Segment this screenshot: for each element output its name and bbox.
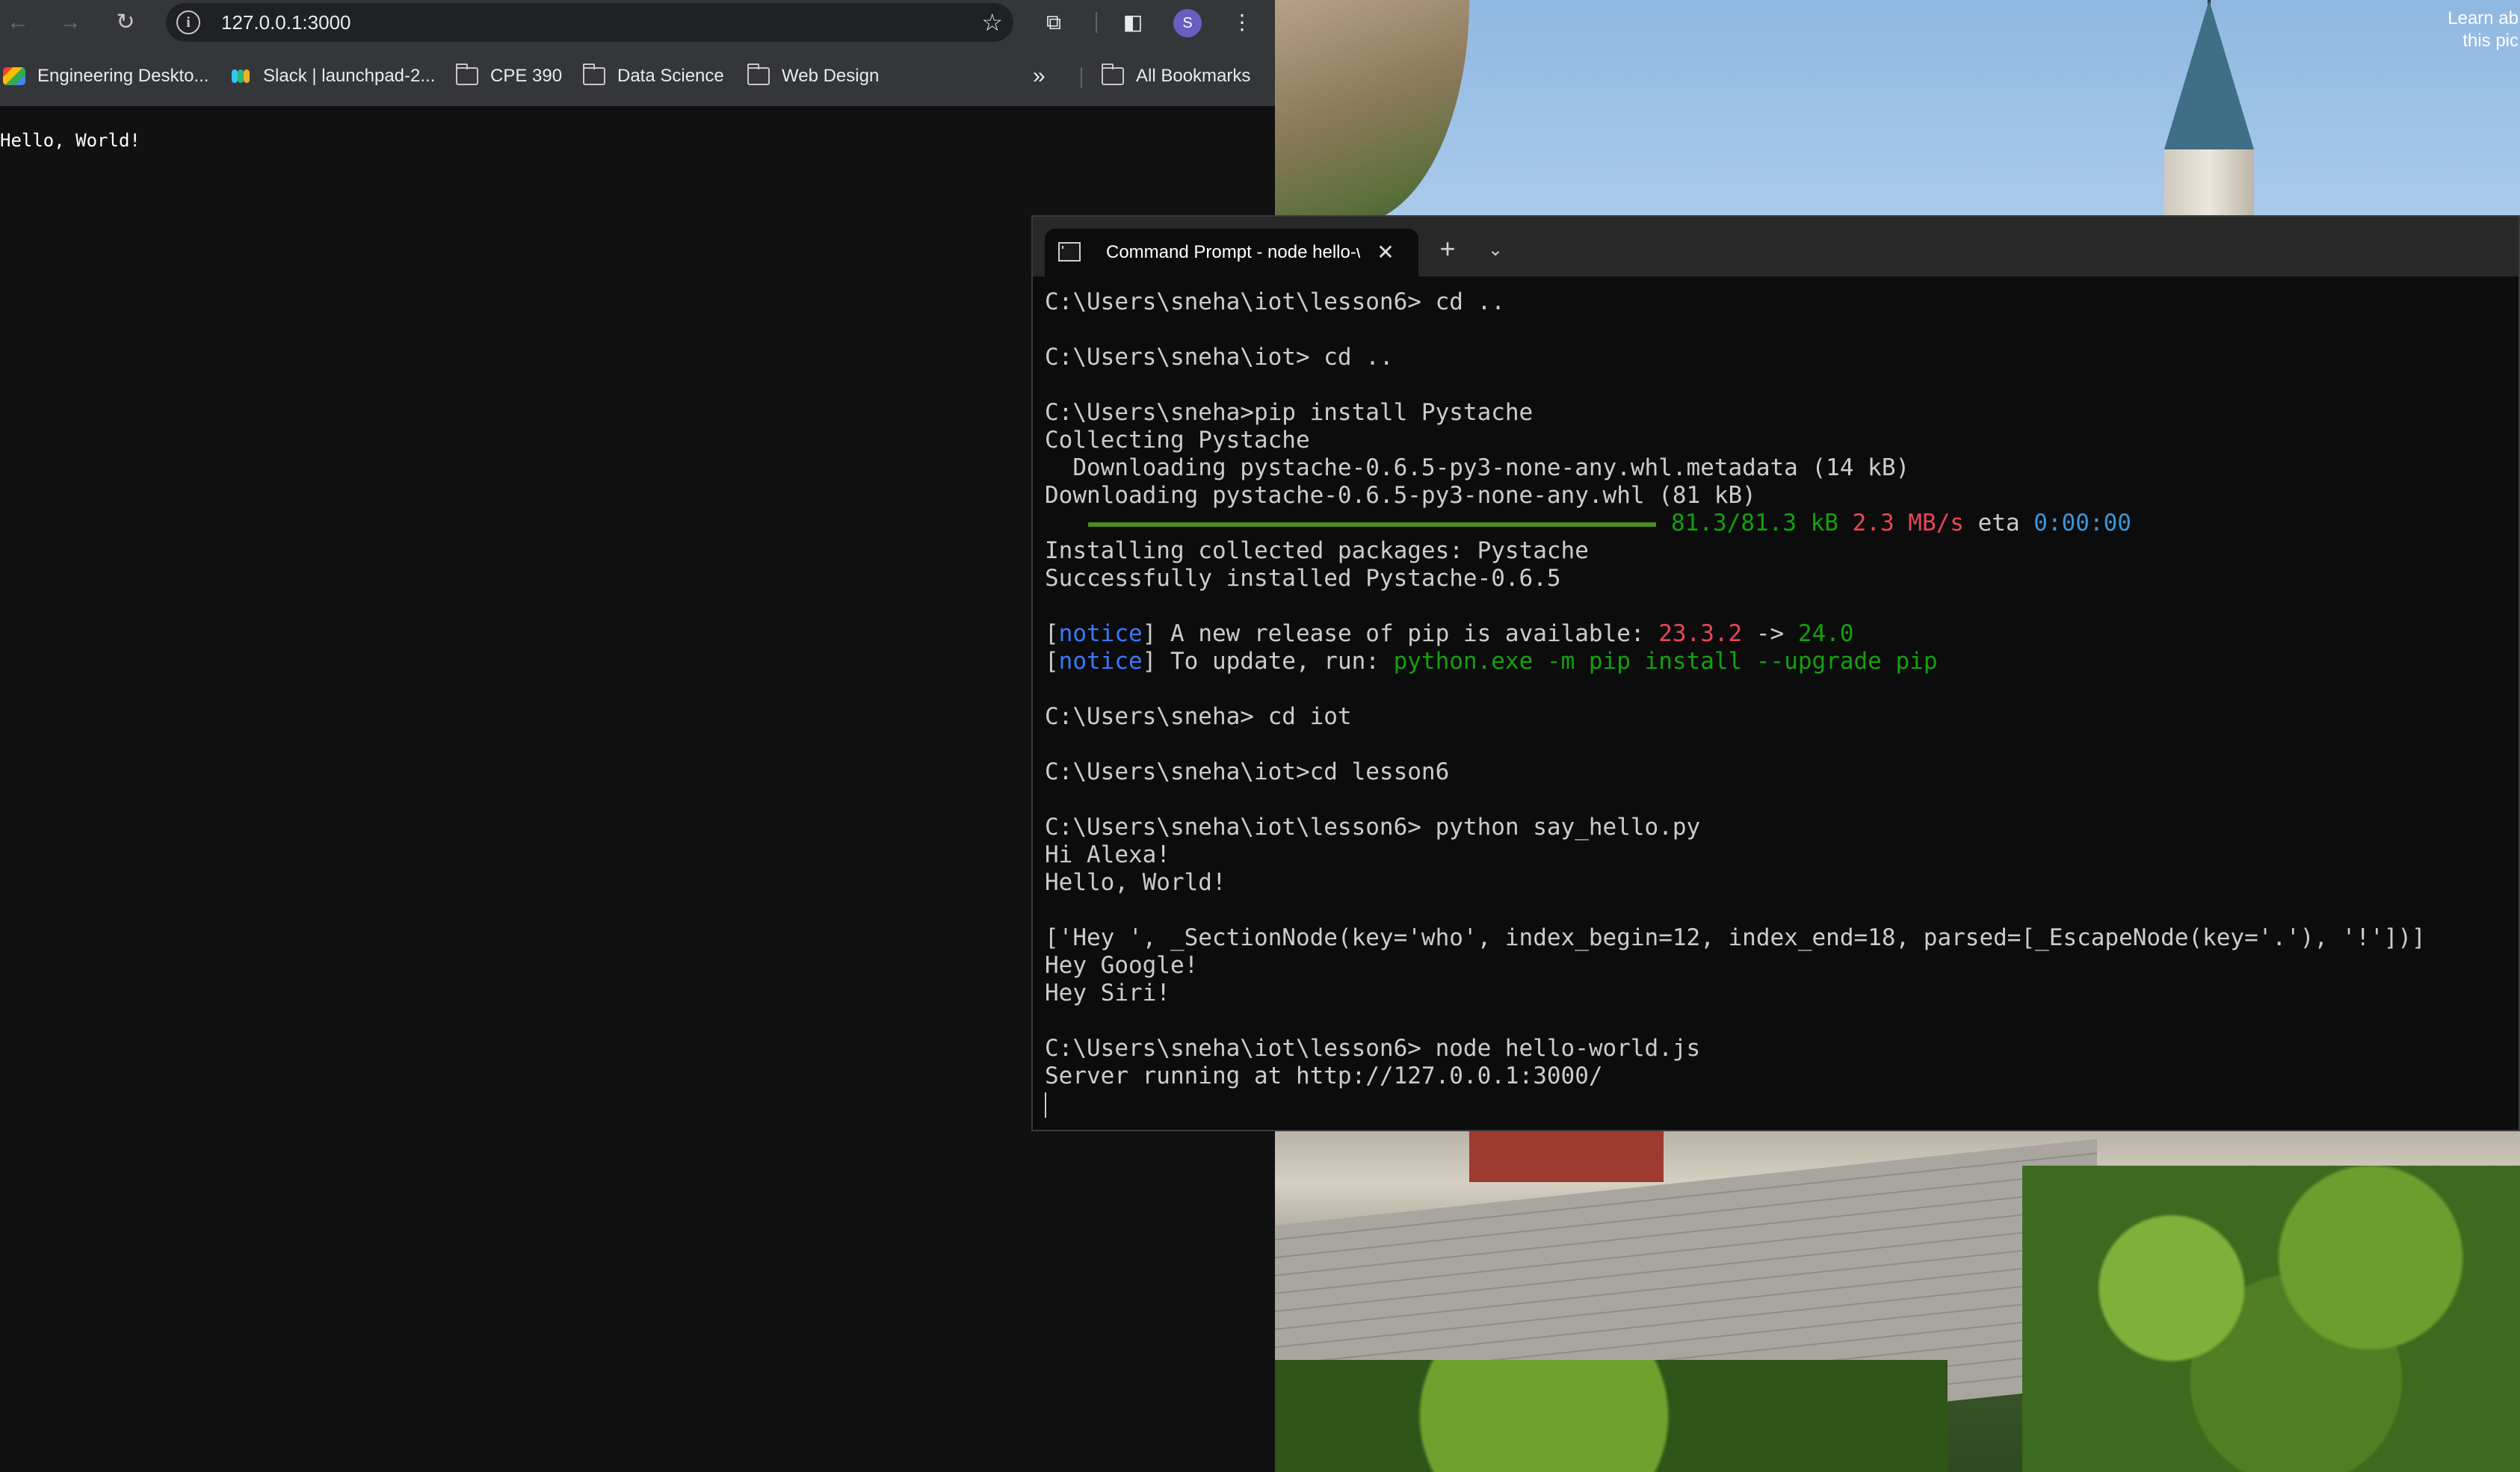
terminal-tab[interactable]: Command Prompt - node hello-world.js ✕ (1045, 229, 1418, 276)
terminal-line: C:\Users\sneha\iot\lesson6> node hello-w… (1045, 1035, 1701, 1062)
terminal-line: C:\Users\sneha\iot> cd .. (1045, 344, 1394, 371)
learn-about-line-2: this pic (2462, 31, 2519, 51)
terminal-line: Server running at http://127.0.0.1:3000/ (1045, 1063, 1603, 1089)
bookmark-folder-data-science[interactable]: Data Science (582, 61, 724, 91)
wallpaper-tower-spire (2164, 0, 2254, 149)
wallpaper-foreground-trees (1275, 1360, 1948, 1472)
terminal-output[interactable]: C:\Users\sneha\iot\lesson6> cd .. C:\Use… (1045, 288, 2519, 1118)
folder-icon (747, 64, 770, 85)
upgrade-command: python.exe -m pip install --upgrade pip (1393, 648, 1938, 675)
new-version: 24.0 (1797, 620, 1854, 647)
wallpaper-castle-roof (1469, 1130, 1664, 1182)
all-bookmarks-button[interactable]: All Bookmarks (1101, 61, 1251, 91)
terminal-line: Successfully installed Pystache-0.6.5 (1045, 565, 1561, 592)
terminal-line: Hey Google! (1045, 952, 1199, 979)
learn-about-picture-link[interactable]: Learn ab this pic (2448, 7, 2519, 52)
download-progress-line: 81.3/81.3 kB 2.3 MB/s eta 0:00:00 (1045, 510, 2519, 537)
terminal-line: Installing collected packages: Pystache (1045, 537, 1589, 564)
wallpaper-cliff (1275, 0, 1469, 224)
arrow-left-icon[interactable]: ← (1, 6, 34, 39)
bookmark-label: CPE 390 (490, 66, 563, 86)
bookmark-label: Slack | launchpad-2... (263, 66, 436, 86)
terminal-line: C:\Users\sneha\iot\lesson6> cd .. (1045, 288, 1505, 315)
bookmarks-overflow-chevron-icon[interactable]: » (1033, 61, 1046, 91)
version-arrow: -> (1742, 620, 1798, 647)
old-version: 23.3.2 (1658, 620, 1743, 647)
terminal-line: C:\Users\sneha\iot>cd lesson6 (1045, 758, 1450, 785)
download-progress-bar (1088, 522, 1656, 527)
terminal-tab-bar: Command Prompt - node hello-world.js ✕ +… (1033, 217, 2519, 276)
bookmark-label: Web Design (782, 66, 880, 86)
all-bookmarks-label: All Bookmarks (1136, 66, 1251, 86)
kebab-menu-icon[interactable]: ⋮ (1226, 6, 1259, 39)
terminal-window: Command Prompt - node hello-world.js ✕ +… (1031, 215, 2520, 1131)
arrow-right-icon[interactable]: → (54, 6, 87, 39)
url-text[interactable]: 127.0.0.1:3000 (221, 10, 351, 34)
browser-toolbar: ← → ↻ i 127.0.0.1:3000 ☆ ⧉ ◧ S ⋮ (0, 0, 1275, 45)
reload-icon[interactable]: ↻ (109, 6, 142, 39)
terminal-tab-title: Command Prompt - node hello-world.js (1106, 242, 1360, 262)
star-icon[interactable]: ☆ (981, 7, 1003, 37)
terminal-line: Hi Alexa! (1045, 841, 1170, 868)
bookmark-folder-cpe390[interactable]: CPE 390 (455, 61, 563, 91)
download-size: 81.3/81.3 kB (1671, 510, 1838, 536)
bookmarks-divider (1081, 67, 1082, 88)
bookmarks-bar: Engineering Deskto... Slack | launchpad-… (0, 45, 1275, 106)
pip-notice-line: [notice] A new release of pip is availab… (1045, 620, 1854, 647)
command-prompt-icon (1058, 242, 1081, 262)
puzzle-icon[interactable]: ⧉ (1037, 6, 1070, 39)
text-cursor (1045, 1092, 1046, 1118)
terminal-line: C:\Users\sneha> cd iot (1045, 703, 1352, 730)
terminal-line: Collecting Pystache (1045, 427, 1310, 454)
eta-label: eta (1977, 510, 2020, 536)
terminal-line: Downloading pystache-0.6.5-py3-none-any.… (1045, 454, 1910, 481)
bookmark-label: Data Science (617, 66, 724, 86)
eta-value: 0:00:00 (2033, 510, 2131, 536)
bookmark-folder-web-design[interactable]: Web Design (747, 61, 879, 91)
terminal-line: Hey Siri! (1045, 980, 1170, 1006)
notice-tag: notice (1058, 620, 1143, 647)
bookmark-engineering-desktop[interactable]: Engineering Deskto... (3, 61, 209, 91)
folder-icon (455, 64, 478, 85)
download-speed: 2.3 MB/s (1852, 510, 1964, 536)
slack-icon (229, 67, 251, 85)
bookmark-label: Engineering Deskto... (37, 66, 209, 86)
terminal-line: Downloading pystache-0.6.5-py3-none-any.… (1045, 482, 1756, 509)
profile-avatar[interactable]: S (1173, 9, 1202, 37)
toolbar-divider (1096, 12, 1097, 33)
chevron-down-icon[interactable]: ⌄ (1477, 232, 1514, 269)
terminal-line: ['Hey ', _SectionNode(key='who', index_b… (1045, 924, 2426, 951)
notice-text: A new release of pip is available: (1156, 620, 1659, 647)
terminal-input-line[interactable] (1045, 1090, 2519, 1118)
terminal-line: C:\Users\sneha>pip install Pystache (1045, 399, 1534, 426)
notice-tag: notice (1058, 648, 1143, 675)
learn-about-line-1: Learn ab (2448, 8, 2519, 28)
terminal-line: Hello, World! (1045, 869, 1226, 896)
page-body-text: Hello, World! (0, 130, 140, 151)
folder-icon (582, 64, 605, 85)
app-icon (3, 67, 25, 85)
bookmark-slack[interactable]: Slack | launchpad-2... (229, 61, 435, 91)
wallpaper-trees (2022, 1166, 2520, 1472)
address-bar[interactable]: i 127.0.0.1:3000 ☆ (166, 3, 1013, 42)
notice-text: To update, run: (1156, 648, 1394, 675)
wallpaper-tower (2164, 149, 2254, 224)
plus-icon[interactable]: + (1429, 232, 1466, 269)
info-icon[interactable]: i (176, 10, 200, 34)
folder-icon (1101, 64, 1124, 85)
pip-notice-line: [notice] To update, run: python.exe -m p… (1045, 648, 1938, 675)
terminal-line: C:\Users\sneha\iot\lesson6> python say_h… (1045, 814, 1701, 841)
close-icon[interactable]: ✕ (1371, 238, 1400, 268)
side-panel-icon[interactable]: ◧ (1117, 6, 1149, 39)
